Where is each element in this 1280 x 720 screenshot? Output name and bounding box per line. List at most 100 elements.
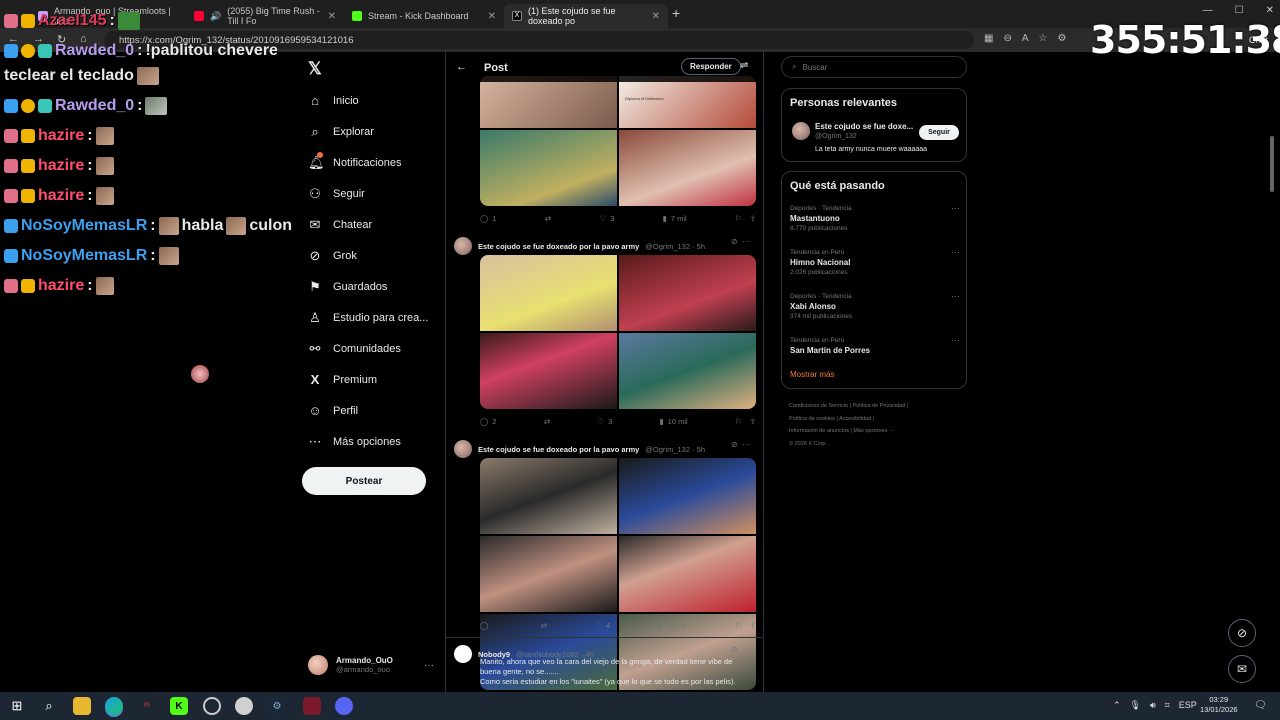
reply-button[interactable]: Responder <box>681 58 741 75</box>
discord-icon[interactable] <box>335 697 353 715</box>
nav-item-creator-studio[interactable]: ♙ Estudio para crea... <box>308 310 428 326</box>
apps-icon[interactable]: ▦ <box>984 33 993 44</box>
avatar[interactable] <box>454 237 472 255</box>
file-explorer-icon[interactable] <box>73 697 91 715</box>
bookmark-icon[interactable]: ⚐ <box>735 621 742 630</box>
clock[interactable]: 03:29 13/01/2026 <box>1200 695 1238 715</box>
avatar[interactable] <box>454 645 472 663</box>
trend-item[interactable]: Tendencia en Perú San Martín de Porres ·… <box>790 335 960 355</box>
bookmark-icon[interactable]: ⚐ <box>735 214 742 223</box>
views-action[interactable]: ▮ 10 mil <box>659 621 687 630</box>
scrollbar[interactable] <box>1270 136 1274 192</box>
edge-browser-icon[interactable] <box>105 697 123 715</box>
reply-action[interactable]: ◯ 1 <box>480 214 497 223</box>
read-aloud-icon[interactable]: A <box>1022 33 1029 44</box>
zoom-icon[interactable]: ⊖ <box>1003 33 1011 44</box>
tweet-media-grid[interactable] <box>480 255 756 409</box>
close-tab-icon[interactable]: ✕ <box>328 11 336 22</box>
views-action[interactable]: ▮ 7 mil <box>663 214 687 223</box>
close-window-icon[interactable]: ✕ <box>1266 5 1274 16</box>
reply-action[interactable]: ◯ 2 <box>480 417 497 426</box>
photo[interactable] <box>480 458 617 534</box>
more-icon[interactable]: ··· <box>424 660 434 671</box>
more-icon[interactable]: ··· <box>742 645 750 654</box>
close-tab-icon[interactable]: ✕ <box>488 11 496 22</box>
grok-icon[interactable]: ⊘ <box>731 237 738 246</box>
repost-icon[interactable]: ⇄ <box>541 621 547 630</box>
tweet-author-handle[interactable]: @Ogrim_132 · 5h <box>645 445 705 454</box>
tab-kick[interactable]: Stream - Kick Dashboard ✕ <box>344 4 504 28</box>
nav-item-home[interactable]: ⌂ Inicio <box>308 93 359 108</box>
grok-floating-button[interactable]: ⊘ <box>1228 619 1256 647</box>
trend-item[interactable]: Tendencia en Perú Himno Nacional 2.026 p… <box>790 247 960 276</box>
tweet-author-name[interactable]: Este cojudo se fue doxeado por la pavo a… <box>478 242 639 251</box>
photo[interactable] <box>480 333 617 409</box>
relevant-user-name[interactable]: Este cojudo se fue doxe... <box>815 122 913 131</box>
more-icon[interactable]: ··· <box>951 247 960 257</box>
language-indicator[interactable]: ESP <box>1179 700 1197 711</box>
steam-icon[interactable]: ⚙ <box>268 697 286 715</box>
search-icon[interactable]: ⌕ <box>40 697 58 715</box>
avatar[interactable] <box>792 122 810 140</box>
app-icon[interactable]: ᵐ <box>138 697 156 715</box>
avatar[interactable] <box>454 440 472 458</box>
extensions-icon[interactable]: ⚙ <box>1057 33 1066 44</box>
share-icon[interactable]: ⇪ <box>750 214 756 223</box>
more-icon[interactable]: ··· <box>951 291 960 301</box>
more-icon[interactable]: ··· <box>951 203 960 213</box>
nav-item-communities[interactable]: ⚯ Comunidades <box>308 341 401 357</box>
reply-action[interactable]: ◯ <box>480 621 492 630</box>
windows-start-icon[interactable]: ⊞ <box>8 697 26 715</box>
photo[interactable] <box>480 255 617 331</box>
photo[interactable] <box>619 255 756 331</box>
photo[interactable] <box>619 536 756 612</box>
footer-link[interactable]: Información de anuncios | Más opciones ·… <box>789 425 939 438</box>
follow-button[interactable]: Seguir <box>919 125 959 140</box>
chevron-up-icon[interactable]: ⌃ <box>1113 700 1121 711</box>
account-switcher[interactable]: Armando_OuO @armando_ouo <box>308 655 393 675</box>
photo[interactable] <box>480 76 617 128</box>
filter-icon[interactable]: ⇌ <box>740 60 748 71</box>
more-icon[interactable]: ··· <box>951 335 960 345</box>
messages-floating-button[interactable]: ✉ <box>1228 655 1256 683</box>
views-action[interactable]: ▮ 10 mil <box>660 417 688 426</box>
new-tab-icon[interactable]: + <box>672 5 680 21</box>
more-icon[interactable]: ··· <box>742 237 750 246</box>
like-action[interactable]: ♡ 4 <box>595 621 610 630</box>
minimize-icon[interactable]: — <box>1203 5 1213 16</box>
photo[interactable] <box>619 458 756 534</box>
x-logo-icon[interactable]: 𝕏 <box>308 59 322 79</box>
back-arrow-icon[interactable]: ← <box>456 61 467 73</box>
nav-item-follow[interactable]: ⚇ Seguir <box>308 186 365 202</box>
tweet-author-handle[interactable]: @Ogrim_132 · 5h <box>645 242 705 251</box>
tab-youtube[interactable]: 🔊 (2055) Big Time Rush - Till I Fo ✕ <box>186 4 344 28</box>
trend-item[interactable]: Deportes · Tendencia Mastantuono 8.770 p… <box>790 203 960 232</box>
photo[interactable] <box>480 536 617 612</box>
repost-icon[interactable]: ⇄ <box>545 214 551 223</box>
nav-item-bookmarks[interactable]: ⚑ Guardados <box>308 279 387 295</box>
grok-icon[interactable]: ⊘ <box>731 645 738 654</box>
tweet-author-name[interactable]: Este cojudo se fue doxeado por la pavo a… <box>478 445 639 454</box>
nav-item-premium[interactable]: X Premium <box>308 372 377 387</box>
network-icon[interactable]: ⌗ <box>1165 700 1170 711</box>
kick-icon[interactable]: K <box>170 697 188 715</box>
more-icon[interactable]: ··· <box>742 440 750 449</box>
repost-icon[interactable]: ⇄ <box>544 417 550 426</box>
share-icon[interactable]: ⇪ <box>750 621 756 630</box>
photo[interactable] <box>480 130 617 206</box>
nav-item-grok[interactable]: ⊘ Grok <box>308 248 357 264</box>
trend-item[interactable]: Deportes · Tendencia Xabi Alonso 374 mil… <box>790 291 960 320</box>
nav-item-profile[interactable]: ☺ Perfil <box>308 403 358 418</box>
photo[interactable]: Diploma of Distinction <box>619 76 756 128</box>
speaker-icon[interactable]: 🔊︎ <box>1150 700 1156 711</box>
relevant-user-handle[interactable]: @Ogrim_132 <box>815 133 857 140</box>
like-action[interactable]: ♡ 3 <box>597 417 612 426</box>
photo[interactable] <box>619 333 756 409</box>
maximize-icon[interactable]: ☐ <box>1235 5 1244 16</box>
post-button[interactable]: Postear <box>302 467 426 495</box>
speaker-icon[interactable]: 🔊 <box>210 11 221 22</box>
nav-item-notifications[interactable]: 🔔︎ Notificaciones <box>308 152 401 171</box>
search-input[interactable]: ⌕ Buscar <box>781 56 967 78</box>
photo[interactable] <box>619 130 756 206</box>
tweet-media-grid[interactable]: Diploma of Distinction <box>480 76 756 206</box>
